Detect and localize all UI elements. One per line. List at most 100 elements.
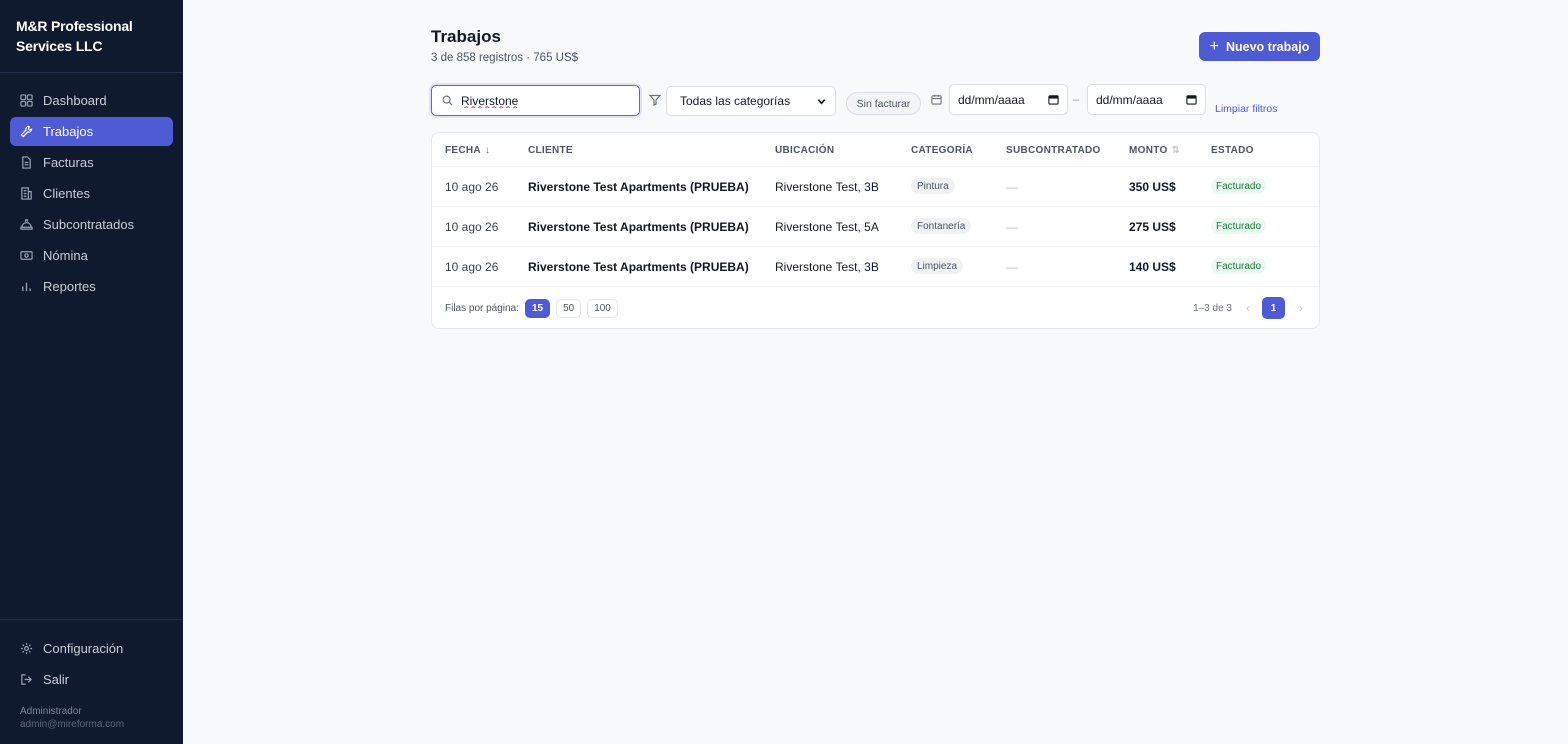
cell-location: Riverstone Test, 3B	[775, 260, 879, 274]
cell-client: Riverstone Test Apartments (PRUEBA)	[528, 260, 749, 274]
document-icon	[22, 156, 31, 169]
col-cliente: CLIENTE	[528, 145, 573, 156]
plus-icon: +	[1209, 37, 1219, 55]
prev-page-icon[interactable]: ‹	[1246, 301, 1250, 315]
date-to-input[interactable]: dd/mm/aaaa	[1087, 84, 1206, 115]
pagination-range: 1–3 de 3	[1193, 302, 1232, 314]
sidebar-item-subcontratados[interactable]: Subcontratados	[10, 210, 173, 239]
bar-chart-icon	[22, 282, 31, 292]
next-page-icon[interactable]: ›	[1299, 301, 1303, 315]
col-label: CLIENTE	[528, 145, 573, 156]
sidebar-item-label: Trabajos	[43, 124, 94, 139]
sidebar: M&R Professional Services LLC Dashboard …	[0, 0, 183, 744]
status-badge: Facturado	[1211, 178, 1267, 194]
col-label: SUBCONTRATADO	[1006, 145, 1101, 156]
user-role: Administrador	[20, 706, 82, 717]
col-label: FECHA	[445, 145, 481, 156]
filter-icon	[649, 94, 661, 106]
cell-amount: 350 US$	[1129, 180, 1176, 194]
sidebar-item-label: Nómina	[43, 248, 88, 263]
gear-icon	[20, 642, 33, 655]
cell-date: 10 ago 26	[445, 260, 499, 274]
wrench-icon	[20, 125, 33, 138]
sidebar-item-salir[interactable]: Salir	[10, 665, 173, 694]
category-badge: Limpieza	[911, 258, 964, 274]
page-size-15[interactable]: 15	[524, 299, 551, 318]
col-subcontratado: SUBCONTRATADO	[1006, 145, 1101, 156]
cell-subcontractor: —	[1006, 260, 1018, 274]
user-email: admin@mireforma.com	[20, 719, 125, 730]
col-label: MONTO	[1129, 145, 1168, 156]
building-icon	[21, 187, 32, 200]
status-badge: Facturado	[1211, 218, 1267, 234]
chevron-down-icon	[817, 99, 826, 105]
hard-hat-icon	[20, 219, 33, 230]
table-row[interactable]: 10 ago 26 Riverstone Test Apartments (PR…	[432, 247, 1319, 287]
sidebar-item-label: Configuración	[43, 641, 124, 656]
search-input[interactable]	[461, 93, 621, 108]
col-estado: ESTADO	[1211, 145, 1254, 156]
calendar-picker-icon[interactable]	[1048, 94, 1059, 105]
sidebar-item-configuracion[interactable]: Configuración	[10, 634, 173, 663]
main-content: Trabajos 3 de 858 registros · 765 US$ + …	[183, 0, 1568, 744]
grid-icon	[20, 94, 33, 107]
sidebar-item-label: Dashboard	[43, 93, 107, 108]
sidebar-bottom: Configuración Salir	[0, 619, 183, 696]
sidebar-item-clientes[interactable]: Clientes	[10, 179, 173, 208]
cell-location: Riverstone Test, 3B	[775, 180, 879, 194]
col-label: CATEGORÍA	[911, 145, 973, 156]
new-job-button[interactable]: + Nuevo trabajo	[1199, 32, 1320, 61]
col-fecha[interactable]: FECHA ↓	[445, 145, 490, 156]
cell-amount: 140 US$	[1129, 260, 1176, 274]
cell-subcontractor: —	[1006, 220, 1018, 234]
page-size-50[interactable]: 50	[556, 299, 582, 318]
page-subtitle: 3 de 858 registros · 765 US$	[431, 52, 579, 64]
category-badge: Fontanería	[911, 218, 972, 234]
brand: M&R Professional Services LLC	[0, 0, 183, 73]
date-range-separator: –	[1073, 94, 1080, 106]
col-categoria: CATEGORÍA	[911, 145, 973, 156]
rows-per-page-label: Filas por página:	[445, 303, 519, 314]
rows-per-page: Filas por página: 15 50 100	[445, 299, 618, 318]
cell-client: Riverstone Test Apartments (PRUEBA)	[528, 220, 749, 234]
sidebar-item-reportes[interactable]: Reportes	[10, 272, 173, 301]
search-box[interactable]	[431, 85, 640, 116]
calendar-icon	[931, 94, 942, 105]
sidebar-nav: Dashboard Trabajos Facturas Clientes Sub…	[10, 86, 173, 303]
table-row[interactable]: 10 ago 26 Riverstone Test Apartments (PR…	[432, 167, 1319, 207]
sidebar-item-nomina[interactable]: Nómina	[10, 241, 173, 270]
sidebar-item-label: Subcontratados	[43, 217, 135, 232]
page-button-1[interactable]: 1	[1262, 297, 1285, 319]
sidebar-item-trabajos[interactable]: Trabajos	[10, 117, 173, 146]
brand-name: M&R Professional Services LLC	[16, 18, 133, 54]
col-label: UBICACIÓN	[775, 145, 835, 156]
sidebar-item-label: Facturas	[43, 155, 94, 170]
new-job-label: Nuevo trabajo	[1225, 39, 1310, 54]
page-size-100[interactable]: 100	[587, 299, 618, 318]
category-select-value: Todas las categorías	[680, 94, 791, 108]
col-monto[interactable]: MONTO ⇅	[1129, 145, 1180, 156]
table-row[interactable]: 10 ago 26 Riverstone Test Apartments (PR…	[432, 207, 1319, 247]
sidebar-item-label: Salir	[43, 672, 70, 687]
user-info: Administrador admin@mireforma.com	[20, 705, 124, 731]
table-header: FECHA ↓ CLIENTE UBICACIÓN CATEGORÍA SUBC…	[432, 133, 1319, 167]
pagination: 1–3 de 3 ‹ 1 ›	[1193, 297, 1303, 319]
sidebar-item-dashboard[interactable]: Dashboard	[10, 86, 173, 115]
sort-desc-icon: ↓	[484, 145, 491, 156]
cell-amount: 275 US$	[1129, 220, 1176, 234]
uninvoiced-filter-chip[interactable]: Sin facturar	[846, 92, 921, 115]
sidebar-item-facturas[interactable]: Facturas	[10, 148, 173, 177]
date-to-placeholder: dd/mm/aaaa	[1096, 92, 1163, 107]
sidebar-item-label: Clientes	[43, 186, 90, 201]
status-badge: Facturado	[1211, 258, 1267, 274]
category-select[interactable]: Todas las categorías	[666, 86, 836, 116]
date-from-input[interactable]: dd/mm/aaaa	[949, 84, 1068, 115]
calendar-picker-icon[interactable]	[1186, 94, 1197, 105]
col-ubicacion: UBICACIÓN	[775, 145, 834, 156]
cell-location: Riverstone Test, 5A	[775, 220, 879, 234]
clear-filters-link[interactable]: Limpiar filtros	[1215, 103, 1277, 115]
sort-icon: ⇅	[1171, 145, 1181, 156]
jobs-table: FECHA ↓ CLIENTE UBICACIÓN CATEGORÍA SUBC…	[431, 132, 1320, 329]
cash-icon	[20, 251, 33, 260]
cell-date: 10 ago 26	[445, 220, 499, 234]
